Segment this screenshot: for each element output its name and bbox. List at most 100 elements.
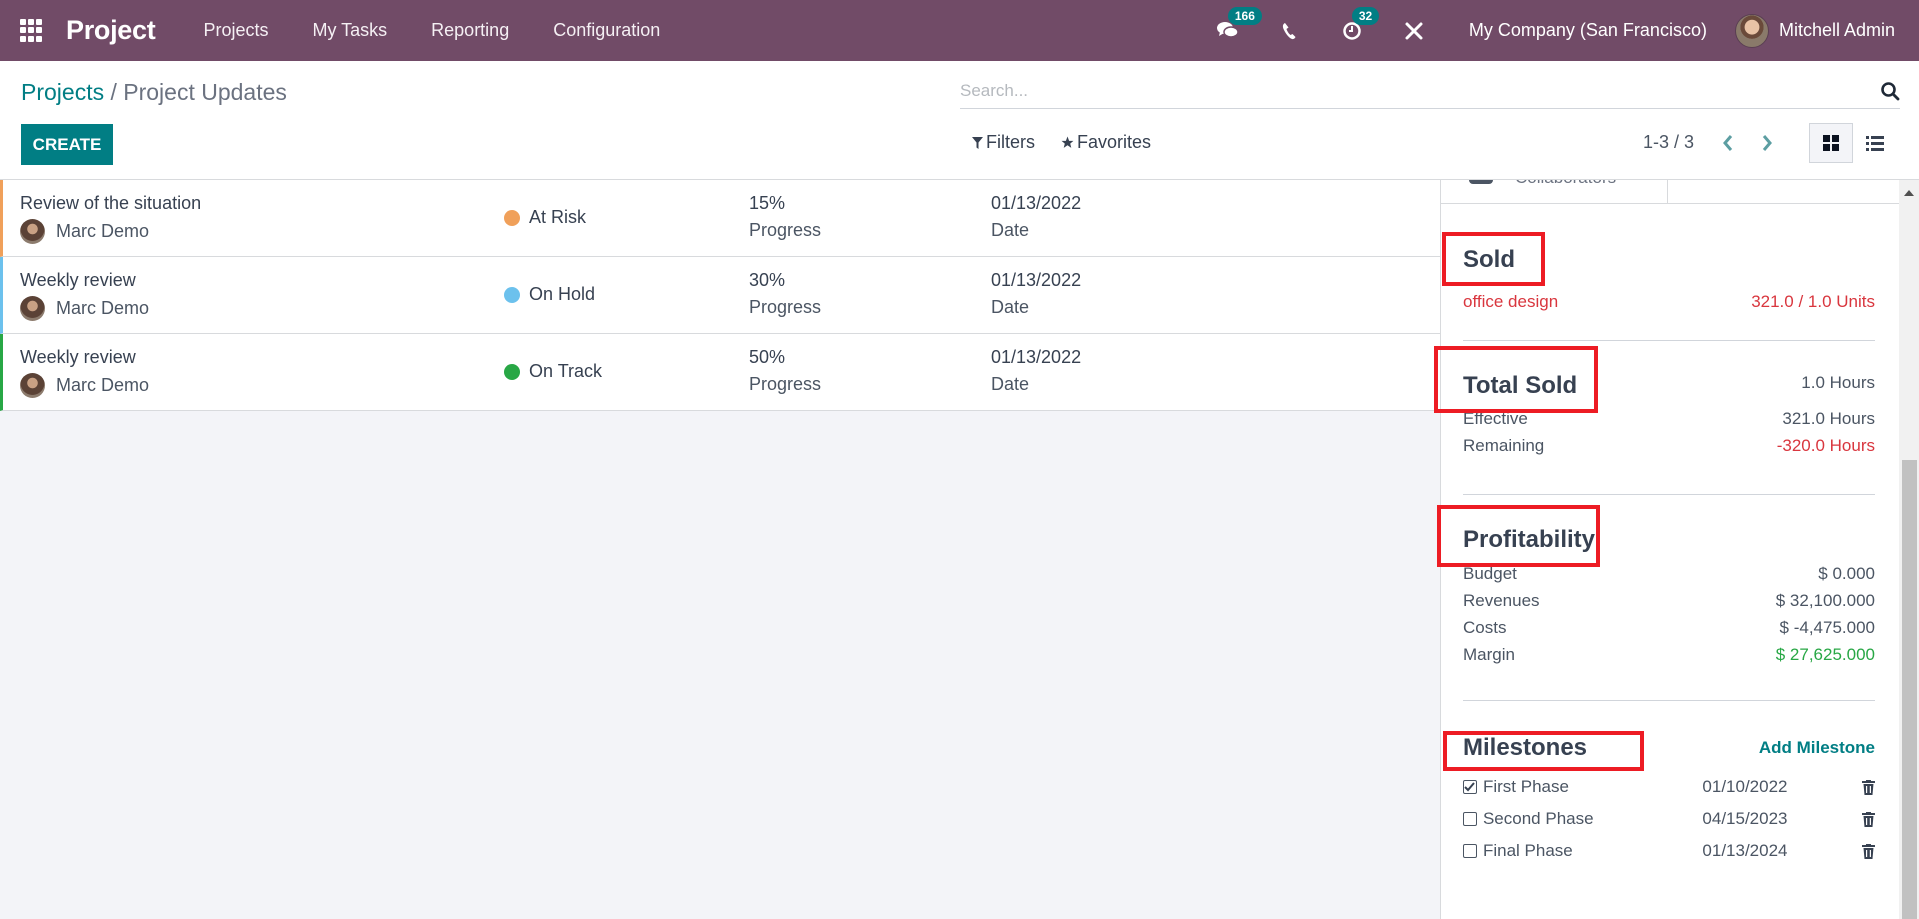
margin-value: $ 27,625.000 [1775, 645, 1875, 664]
sold-value: 321.0 / 1.0 Units [1751, 292, 1875, 311]
milestone-checkbox[interactable] [1463, 844, 1477, 858]
scroll-thumb[interactable] [1902, 460, 1917, 919]
milestone-date: 04/15/2023 [1702, 809, 1788, 828]
costs-label: Costs [1463, 618, 1507, 637]
author-avatar [20, 219, 45, 244]
progress-label: Progress [749, 220, 822, 240]
total-sold-section: Total Sold 1.0 Hours Effective 321.0 Hou… [1463, 369, 1875, 459]
side-panel-scrollbar[interactable] [1899, 180, 1919, 919]
trash-icon[interactable] [1862, 843, 1875, 859]
update-progress: 30% Progress [749, 270, 821, 318]
date-value: 01/13/2022 [991, 347, 1082, 367]
menu-reporting[interactable]: Reporting [431, 20, 509, 41]
pager-previous-button[interactable] [1717, 131, 1739, 155]
trash-icon[interactable] [1862, 811, 1875, 827]
update-status: At Risk [504, 207, 586, 228]
sold-section: Sold office design 321.0 / 1.0 Units [1463, 246, 1875, 315]
breadcrumb-current: Project Updates [123, 79, 287, 105]
effective-row: Effective 321.0 Hours [1463, 405, 1875, 432]
remaining-row: Remaining -320.0 Hours [1463, 432, 1875, 459]
filters-label: Filters [986, 132, 1035, 152]
trash-icon[interactable] [1862, 779, 1875, 795]
divider [1463, 700, 1875, 701]
favorites-button[interactable]: Favorites [1061, 132, 1151, 153]
menu-configuration[interactable]: Configuration [553, 20, 660, 41]
debug-tools-button[interactable] [1401, 18, 1427, 44]
milestone-checkbox-checked[interactable] [1463, 780, 1477, 794]
budget-value: $ 0.000 [1818, 564, 1875, 583]
activities-count-badge: 32 [1351, 6, 1380, 25]
search-input[interactable] [960, 80, 1880, 101]
update-row[interactable]: Review of the situation Marc Demo At Ris… [0, 180, 1440, 257]
date-label: Date [991, 297, 1030, 317]
breadcrumb-separator: / [104, 79, 124, 105]
update-row[interactable]: Weekly review Marc Demo On Track 50% Pro… [0, 334, 1440, 411]
search-bar [960, 73, 1900, 109]
date-value: 01/13/2022 [991, 193, 1082, 213]
milestone-item: First Phase 01/10/2022 [1463, 771, 1875, 803]
progress-label: Progress [749, 297, 822, 317]
collaborators-stat-button[interactable]: Collaborators [1441, 180, 1668, 204]
margin-label: Margin [1463, 645, 1515, 664]
project-updates-list: Review of the situation Marc Demo At Ris… [0, 180, 1440, 411]
kanban-view-button[interactable] [1809, 123, 1853, 163]
menu-my-tasks[interactable]: My Tasks [312, 20, 387, 41]
filters-button[interactable]: Filters [972, 132, 1035, 153]
milestone-date: 01/13/2024 [1702, 841, 1788, 860]
activities-button[interactable]: 32 [1339, 6, 1380, 44]
check-icon [1464, 782, 1476, 792]
status-dot-icon [504, 209, 520, 226]
breadcrumb: Projects / Project Updates [21, 79, 287, 106]
update-progress: 15% Progress [749, 193, 821, 241]
progress-value: 15% [749, 193, 786, 213]
add-milestone-link[interactable]: Add Milestone [1759, 734, 1875, 761]
milestone-checkbox[interactable] [1463, 812, 1477, 826]
status-label: On Track [529, 361, 603, 381]
remaining-label: Remaining [1463, 436, 1545, 455]
author-name: Marc Demo [56, 221, 150, 241]
search-options: Filters Favorites [972, 132, 1177, 153]
company-switcher[interactable]: My Company (San Francisco) [1469, 20, 1707, 41]
breadcrumb-projects[interactable]: Projects [21, 79, 104, 105]
date-label: Date [991, 220, 1030, 240]
pager-value[interactable]: 1-3 / 3 [1643, 132, 1694, 153]
menu-projects[interactable]: Projects [203, 20, 268, 41]
remaining-value: -320.0 Hours [1776, 436, 1875, 455]
profitability-section: Profitability Budget $ 0.000 Revenues $ … [1463, 526, 1875, 668]
tools-icon [1405, 22, 1423, 39]
milestones-title: Milestones [1463, 734, 1588, 761]
update-title: Weekly review [20, 347, 136, 367]
search-icon[interactable] [1880, 81, 1900, 101]
update-row[interactable]: Weekly review Marc Demo On Hold 30% Prog… [0, 257, 1440, 334]
budget-row: Budget $ 0.000 [1463, 560, 1875, 587]
author-name: Marc Demo [56, 298, 150, 318]
top-navbar: Project Projects My Tasks Reporting Conf… [0, 0, 1919, 61]
phone-button[interactable] [1277, 18, 1303, 44]
progress-value: 30% [749, 270, 786, 290]
control-panel: Projects / Project Updates CREATE Filter… [0, 61, 1919, 180]
margin-row: Margin $ 27,625.000 [1463, 641, 1875, 668]
create-button[interactable]: CREATE [21, 124, 113, 165]
user-name: Mitchell Admin [1778, 20, 1895, 40]
apps-grid-icon[interactable] [20, 18, 44, 43]
milestone-list: First Phase 01/10/2022 Second Phase 04/1… [1463, 771, 1875, 867]
scroll-up-arrow-icon[interactable] [1904, 190, 1914, 196]
sold-product[interactable]: office design [1463, 288, 1558, 315]
app-name[interactable]: Project [66, 15, 156, 46]
user-menu[interactable]: Mitchell Admin [1734, 13, 1895, 48]
budget-label: Budget [1463, 564, 1517, 583]
milestone-name[interactable]: First Phase [1483, 777, 1702, 797]
list-view-button[interactable] [1853, 123, 1897, 163]
sold-line: office design 321.0 / 1.0 Units [1463, 288, 1875, 315]
update-title: Review of the situation [20, 193, 202, 213]
pager-next-button[interactable] [1756, 131, 1778, 155]
effective-value: 321.0 Hours [1782, 409, 1875, 428]
messages-count-badge: 166 [1227, 6, 1262, 25]
milestone-name[interactable]: Final Phase [1483, 841, 1702, 861]
milestone-name[interactable]: Second Phase [1483, 809, 1702, 829]
effective-label: Effective [1463, 409, 1528, 428]
status-label: On Hold [529, 284, 596, 304]
kanban-icon [1823, 135, 1839, 151]
progress-label: Progress [749, 374, 822, 394]
messages-button[interactable]: 166 [1215, 6, 1262, 44]
